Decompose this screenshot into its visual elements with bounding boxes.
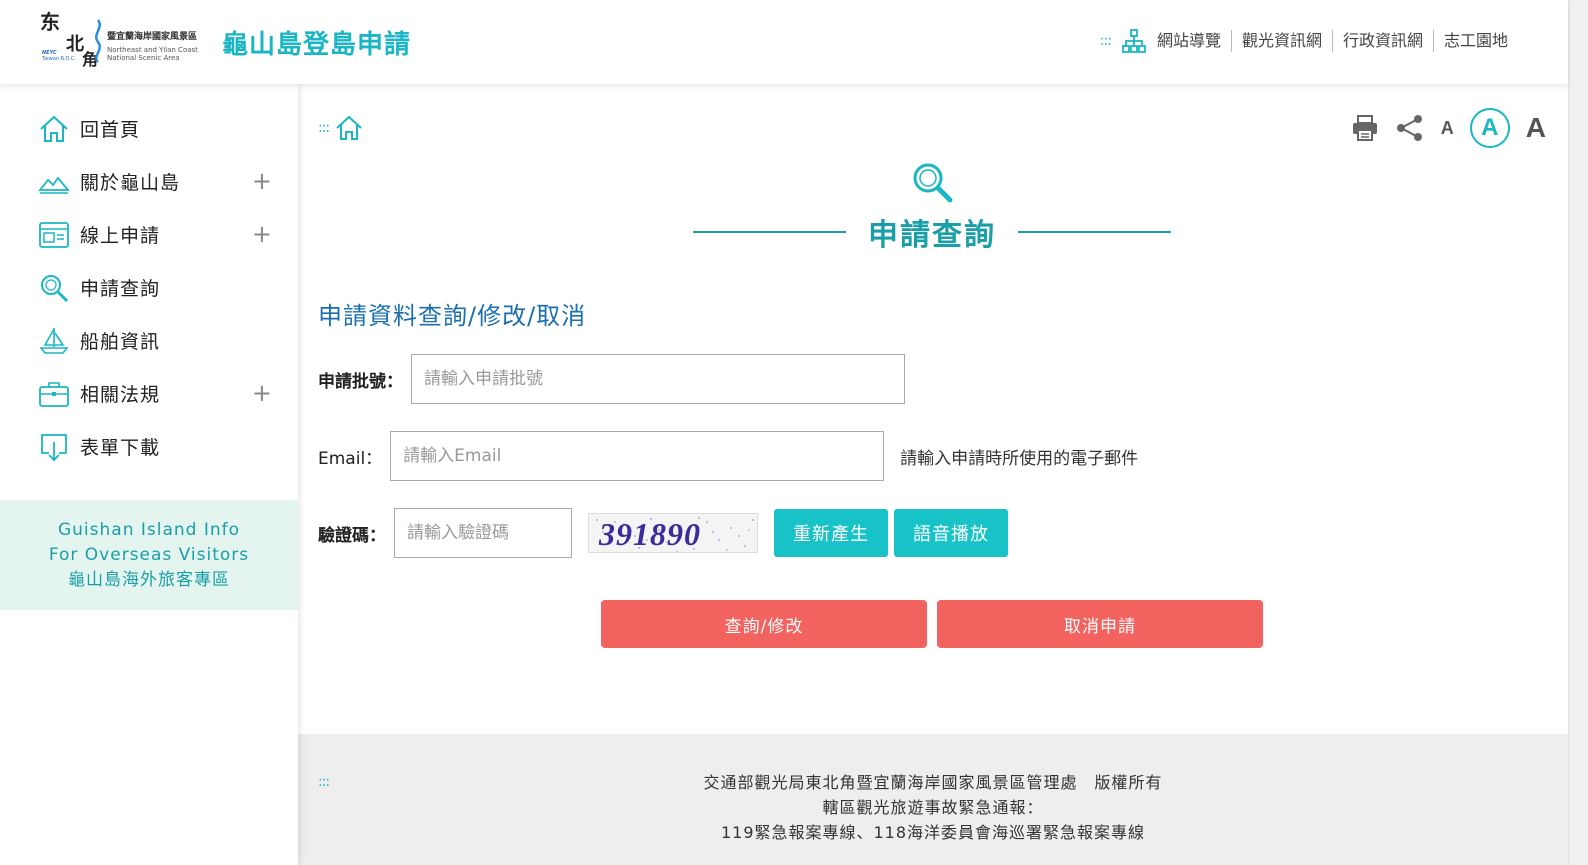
font-size-small-button[interactable]: A [1441,118,1454,139]
main-content: ::: A A A 申請查詢 申請資料查詢/修改/取消 申請批號： Email：… [298,84,1568,734]
logo-mark: 东 [40,10,60,34]
sidebar-item-label: 相關法規 [80,384,161,406]
boat-icon [38,325,70,357]
batch-number-input[interactable] [411,354,905,404]
overseas-line-2: For Overseas Visitors [48,545,250,565]
top-nav: ::: 網站導覽 觀光資訊網 行政資訊網 志工園地 [1100,28,1518,54]
logo-text: 暨宜蘭海岸國家風景區 [107,32,198,42]
site-header: 东 北 角 NEYC Taiwan R.O.C. 暨宜蘭海岸國家風景區 Nort… [0,0,1568,84]
download-icon [38,431,70,463]
sidebar-item-home[interactable]: 回首頁 [0,102,298,155]
sidebar-item-label: 申請查詢 [80,278,161,300]
site-title[interactable]: 龜山島登島申請 [222,24,411,61]
footer-text: 交通部觀光局東北角暨宜蘭海岸國家風景區管理處 版權所有 轄區觀光旅遊事故緊急通報… [298,770,1568,845]
site-footer: ::: 交通部觀光局東北角暨宜蘭海岸國家風景區管理處 版權所有 轄區觀光旅遊事故… [298,734,1568,865]
sidebar-item-boat[interactable]: 船舶資訊 [0,314,298,367]
nav-volunteer-link[interactable]: 志工園地 [1432,30,1518,52]
query-modify-button[interactable]: 查詢/修改 [601,600,927,648]
logo-tiny: NEYC Taiwan R.O.C. [42,50,76,62]
sidebar-item-query[interactable]: 申請查詢 [0,261,298,314]
page-scrollbar[interactable] [1568,0,1588,865]
breadcrumb-home-icon[interactable] [335,114,363,142]
nav-sitemap-link[interactable]: 網站導覽 [1157,30,1231,52]
page-heading: 申請查詢 [693,212,1171,253]
email-row: Email： 請輸入申請時所使用的電子郵件 [318,431,1138,481]
captcha-label: 驗證碼： [318,525,386,546]
nav-tourism-link[interactable]: 觀光資訊網 [1230,30,1332,52]
sidebar-item-regulations[interactable]: 相關法規 + [0,367,298,420]
heading-divider-left [693,231,846,233]
overseas-line-1: Guishan Island Info [57,520,241,540]
page-tools: A A A [1335,108,1546,148]
sitemap-icon [1122,29,1146,53]
accesskey-dots[interactable]: ::: [318,120,330,136]
captcha-image: 391890 [588,513,758,553]
print-icon[interactable] [1351,114,1379,142]
heading-divider-right [1018,231,1171,233]
cancel-application-button[interactable]: 取消申請 [937,600,1263,648]
footer-emergency-lines: 119緊急報案專線、118海洋委員會海巡署緊急報案專線 [720,823,1146,842]
search-icon [38,272,70,304]
email-hint: 請輸入申請時所使用的電子郵件 [900,448,1139,469]
logo-sub: Northeast and Yilan Coast National Sceni… [107,46,198,62]
mountain-icon [38,166,70,198]
sidebar-item-label: 表單下載 [80,437,161,459]
footer-copyright: 交通部觀光局東北角暨宜蘭海岸國家風景區管理處 版權所有 [703,773,1163,792]
font-size-large-button[interactable]: A [1526,112,1546,144]
regenerate-captcha-button[interactable]: 重新產生 [774,509,888,557]
share-icon[interactable] [1395,113,1425,143]
sidebar-item-label: 回首頁 [80,119,141,141]
email-input[interactable] [390,431,885,481]
window-form-icon [38,219,70,251]
section-title: 申請資料查詢/修改/取消 [318,302,587,330]
overseas-visitors-link[interactable]: Guishan Island Info For Overseas Visitor… [0,500,298,610]
accesskey-dots[interactable]: ::: [1100,33,1112,49]
batch-row: 申請批號： [318,354,905,404]
sidebar-item-download[interactable]: 表單下載 [0,420,298,473]
email-label: Email： [318,448,383,469]
overseas-line-3: 龜山島海外旅客專區 [68,570,230,590]
sidebar-item-apply[interactable]: 線上申請 + [0,208,298,261]
briefcase-icon [38,378,70,410]
home-icon [38,113,70,145]
breadcrumb: ::: [318,114,363,142]
page-title: 申請查詢 [868,218,996,253]
sidebar-menu: 回首頁 關於龜山島 + 線上申請 + 申請查詢 船舶資訊 相關法規 + 表單下載 [0,84,298,473]
expand-plus-icon[interactable]: + [252,381,272,405]
expand-plus-icon[interactable]: + [252,222,272,246]
captcha-text: 391890 [599,516,701,552]
sidebar-item-label: 關於龜山島 [80,172,181,194]
sidebar-item-label: 船舶資訊 [80,331,161,353]
sidebar-item-label: 線上申請 [80,225,161,247]
batch-label: 申請批號： [318,371,403,392]
sidebar-item-about[interactable]: 關於龜山島 + [0,155,298,208]
font-size-medium-button[interactable]: A [1469,108,1510,148]
heading-search-icon [913,163,953,203]
nav-admin-link[interactable]: 行政資訊網 [1331,30,1433,52]
sidebar: 回首頁 關於龜山島 + 線上申請 + 申請查詢 船舶資訊 相關法規 + 表單下載… [0,84,298,865]
audio-captcha-button[interactable]: 語音播放 [894,509,1008,557]
site-logo[interactable]: 东 北 角 NEYC Taiwan R.O.C. 暨宜蘭海岸國家風景區 Nort… [40,12,215,70]
captcha-row: 驗證碼： 391890 重新產生 語音播放 [318,508,1008,558]
expand-plus-icon[interactable]: + [252,169,272,193]
logo-river-icon [95,19,101,63]
captcha-input[interactable] [394,508,572,558]
footer-emergency-title: 轄區觀光旅遊事故緊急通報： [822,798,1044,817]
